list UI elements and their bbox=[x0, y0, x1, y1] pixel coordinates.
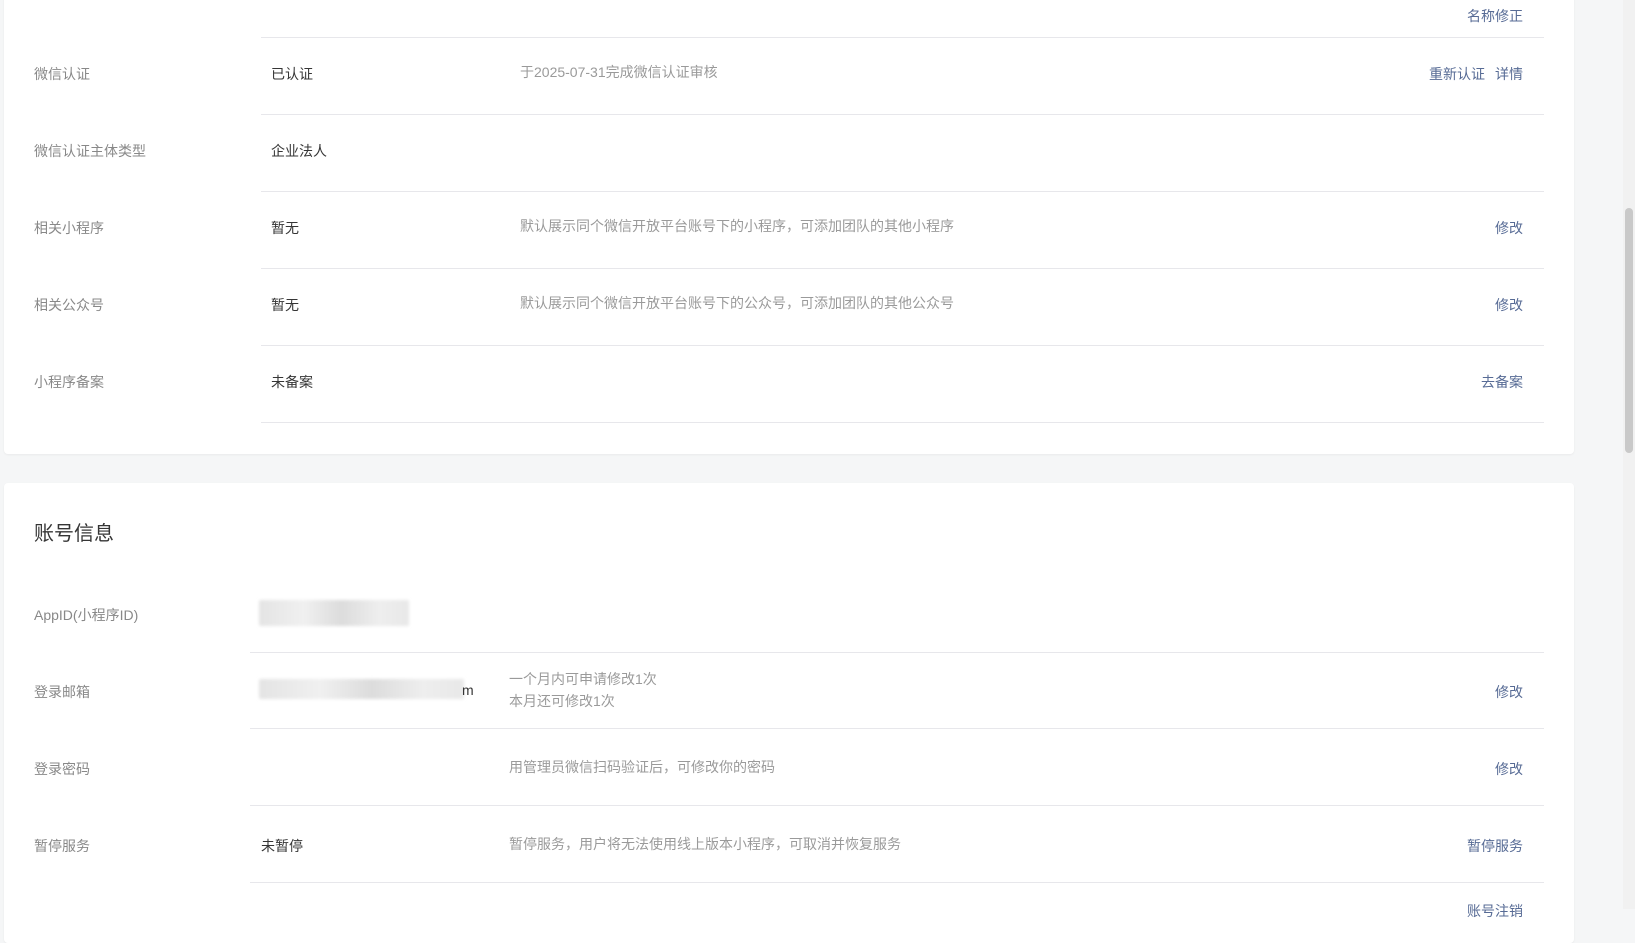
edit-email-link[interactable]: 修改 bbox=[1495, 682, 1523, 702]
go-filing-link[interactable]: 去备案 bbox=[1481, 372, 1523, 392]
divider bbox=[261, 191, 1544, 192]
suspend-value: 未暂停 bbox=[261, 838, 303, 854]
email-redacted-value bbox=[259, 679, 464, 699]
name-fix-link[interactable]: 名称修正 bbox=[1467, 6, 1523, 26]
subject-type-value: 企业法人 bbox=[271, 143, 327, 159]
divider bbox=[250, 652, 1544, 653]
related-official-account-label: 相关公众号 bbox=[34, 297, 104, 313]
divider bbox=[261, 345, 1544, 346]
suspend-label: 暂停服务 bbox=[34, 838, 90, 854]
divider bbox=[250, 882, 1544, 883]
suspend-desc: 暂停服务，用户将无法使用线上版本小程序，可取消并恢复服务 bbox=[509, 836, 901, 852]
divider bbox=[261, 114, 1544, 115]
wechat-verify-desc: 于2025-07-31完成微信认证审核 bbox=[520, 64, 718, 80]
edit-related-miniprogram-link[interactable]: 修改 bbox=[1495, 218, 1523, 238]
appid-redacted-value bbox=[259, 600, 409, 626]
suspend-actions: 暂停服务 bbox=[1467, 836, 1523, 856]
divider bbox=[261, 422, 1544, 423]
appid-label: AppID(小程序ID) bbox=[34, 607, 139, 623]
basic-info-card: 名称修正 微信认证 已认证 于2025-07-31完成微信认证审核 重新认证 详… bbox=[4, 0, 1574, 454]
email-actions: 修改 bbox=[1495, 682, 1523, 702]
account-info-card: 账号信息 AppID(小程序ID) 登录邮箱 m 一个月内可申请修改1次 本月还… bbox=[4, 483, 1574, 943]
divider bbox=[261, 37, 1544, 38]
edit-related-official-account-link[interactable]: 修改 bbox=[1495, 295, 1523, 315]
filing-actions: 去备案 bbox=[1481, 372, 1523, 392]
email-desc-line1: 一个月内可申请修改1次 bbox=[509, 671, 657, 687]
password-actions: 修改 bbox=[1495, 759, 1523, 779]
password-label: 登录密码 bbox=[34, 761, 90, 777]
suspend-service-link[interactable]: 暂停服务 bbox=[1467, 836, 1523, 856]
scrollbar-thumb[interactable] bbox=[1625, 208, 1633, 453]
password-desc: 用管理员微信扫码验证后，可修改你的密码 bbox=[509, 759, 775, 775]
wechat-verify-actions: 重新认证 详情 bbox=[1429, 64, 1523, 84]
verify-detail-link[interactable]: 详情 bbox=[1495, 64, 1523, 84]
divider bbox=[261, 268, 1544, 269]
filing-label: 小程序备案 bbox=[34, 374, 104, 390]
related-miniprogram-value: 暂无 bbox=[271, 220, 299, 236]
related-official-account-desc: 默认展示同个微信开放平台账号下的公众号，可添加团队的其他公众号 bbox=[520, 295, 954, 311]
related-official-account-actions: 修改 bbox=[1495, 295, 1523, 315]
divider bbox=[250, 805, 1544, 806]
scrollbar-track[interactable] bbox=[1623, 0, 1635, 909]
related-miniprogram-label: 相关小程序 bbox=[34, 220, 104, 236]
wechat-verify-label: 微信认证 bbox=[34, 66, 90, 82]
subject-type-label: 微信认证主体类型 bbox=[34, 143, 146, 159]
email-label: 登录邮箱 bbox=[34, 684, 90, 700]
email-value-tail: m bbox=[462, 682, 474, 698]
related-miniprogram-actions: 修改 bbox=[1495, 218, 1523, 238]
related-official-account-value: 暂无 bbox=[271, 297, 299, 313]
section-title: 账号信息 bbox=[34, 523, 114, 545]
related-miniprogram-desc: 默认展示同个微信开放平台账号下的小程序，可添加团队的其他小程序 bbox=[520, 218, 954, 234]
divider bbox=[250, 728, 1544, 729]
email-desc-line2: 本月还可修改1次 bbox=[509, 693, 615, 709]
wechat-verify-value: 已认证 bbox=[271, 66, 313, 82]
edit-password-link[interactable]: 修改 bbox=[1495, 759, 1523, 779]
account-cancel-link[interactable]: 账号注销 bbox=[1467, 901, 1523, 921]
reverify-link[interactable]: 重新认证 bbox=[1429, 64, 1485, 84]
filing-value: 未备案 bbox=[271, 374, 313, 390]
